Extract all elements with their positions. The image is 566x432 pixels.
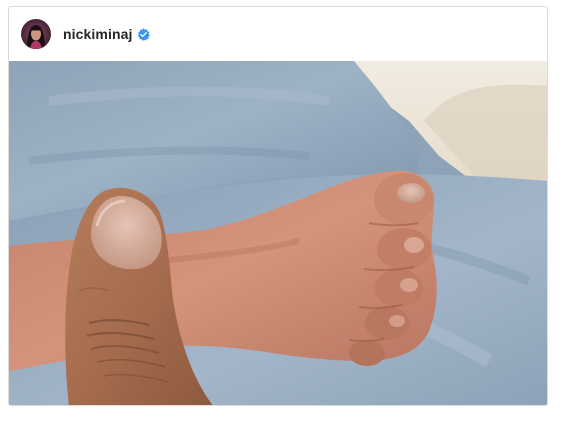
post-header: nickiminaj [9,7,547,61]
profile-avatar[interactable] [21,19,51,49]
post-card: nickiminaj [8,6,548,406]
avatar-image [21,19,51,49]
baby-foot-photo [9,61,547,405]
post-photo[interactable] [9,61,547,405]
username-link[interactable]: nickiminaj [63,26,132,42]
verified-badge-icon [137,27,151,41]
